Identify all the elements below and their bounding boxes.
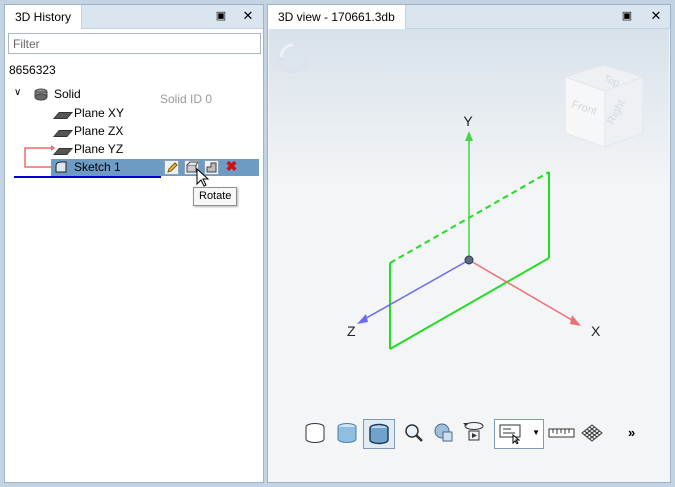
x-axis-line bbox=[468, 259, 578, 324]
tab-3d-view[interactable]: 3D view - 170661.3db bbox=[268, 5, 406, 29]
3d-view-titlebar: 3D view - 170661.3db ▣ ✕ bbox=[268, 5, 670, 29]
mesh-grid-icon[interactable] bbox=[580, 421, 604, 445]
maximize-icon[interactable]: ▣ bbox=[620, 9, 634, 23]
select-rectangle-icon bbox=[499, 424, 521, 444]
y-axis-label: Y bbox=[463, 113, 473, 129]
tab-3d-history[interactable]: 3D History bbox=[5, 5, 83, 29]
z-axis-arrowhead bbox=[357, 314, 368, 324]
selection-underline bbox=[14, 176, 161, 178]
close-icon[interactable]: ✕ bbox=[241, 9, 255, 23]
dependency-arrow-icon bbox=[24, 145, 55, 168]
id-number: 8656323 bbox=[9, 63, 56, 77]
z-axis-line bbox=[360, 259, 470, 322]
pan-icon[interactable] bbox=[432, 421, 456, 445]
x-axis-arrowhead bbox=[570, 315, 581, 326]
z-axis-label: Z bbox=[347, 323, 356, 339]
edit-sketch-button[interactable] bbox=[164, 160, 179, 175]
filter-input[interactable] bbox=[8, 33, 261, 54]
mouse-cursor-icon bbox=[196, 168, 210, 187]
delete-sketch-button[interactable]: ✖ bbox=[224, 158, 239, 175]
shaded-edges-cylinder-icon bbox=[369, 423, 389, 445]
history-titlebar: 3D History ▣ ✕ bbox=[5, 5, 263, 29]
pencil-icon bbox=[167, 162, 178, 173]
selection-mode-dropdown[interactable]: ▼ bbox=[494, 419, 544, 449]
plane-icon bbox=[53, 112, 73, 119]
plane-icon bbox=[53, 148, 73, 155]
shaded-cylinder-icon[interactable] bbox=[335, 421, 359, 445]
shaded-edges-toggle[interactable] bbox=[363, 419, 395, 449]
y-axis-arrowhead bbox=[465, 131, 473, 141]
sketch-icon bbox=[55, 161, 67, 173]
toolbar-overflow-button[interactable]: » bbox=[628, 425, 635, 440]
ruler-icon[interactable] bbox=[548, 423, 576, 447]
wireframe-cylinder-icon[interactable] bbox=[303, 421, 327, 445]
tree-item-plane-yz[interactable]: Plane YZ bbox=[74, 141, 123, 158]
tree-item-plane-xy[interactable]: Plane XY bbox=[74, 105, 124, 122]
x-axis-label: X bbox=[591, 323, 601, 339]
history-panel: 3D History ▣ ✕ 8656323 ∨ Solid Solid ID … bbox=[4, 4, 264, 483]
plane-icon bbox=[53, 130, 73, 137]
solid-id-text: Solid ID 0 bbox=[160, 92, 213, 106]
delete-icon: ✖ bbox=[225, 158, 238, 174]
maximize-icon[interactable]: ▣ bbox=[214, 9, 228, 23]
scene-canvas: Y X Z bbox=[347, 113, 601, 350]
tree-item-solid[interactable]: Solid bbox=[54, 86, 81, 103]
close-icon[interactable]: ✕ bbox=[649, 9, 663, 23]
solid-icon bbox=[34, 88, 48, 101]
chevron-down-icon: ▼ bbox=[532, 428, 540, 437]
3d-viewport[interactable]: Top Front Right Y X Z ▼ » bbox=[269, 29, 669, 481]
tree-item-plane-zx[interactable]: Plane ZX bbox=[74, 123, 123, 140]
chevron-down-icon[interactable]: ∨ bbox=[14, 87, 21, 98]
plane-edge bbox=[389, 257, 550, 350]
3d-view-panel: 3D view - 170661.3db ▣ ✕ Top Front Right bbox=[267, 4, 671, 483]
rotate-tooltip: Rotate bbox=[193, 187, 238, 206]
orbit-icon[interactable] bbox=[462, 419, 486, 443]
tree-item-sketch-1[interactable]: Sketch 1 bbox=[74, 159, 121, 176]
zoom-icon[interactable] bbox=[402, 421, 426, 445]
origin-point bbox=[464, 255, 474, 265]
